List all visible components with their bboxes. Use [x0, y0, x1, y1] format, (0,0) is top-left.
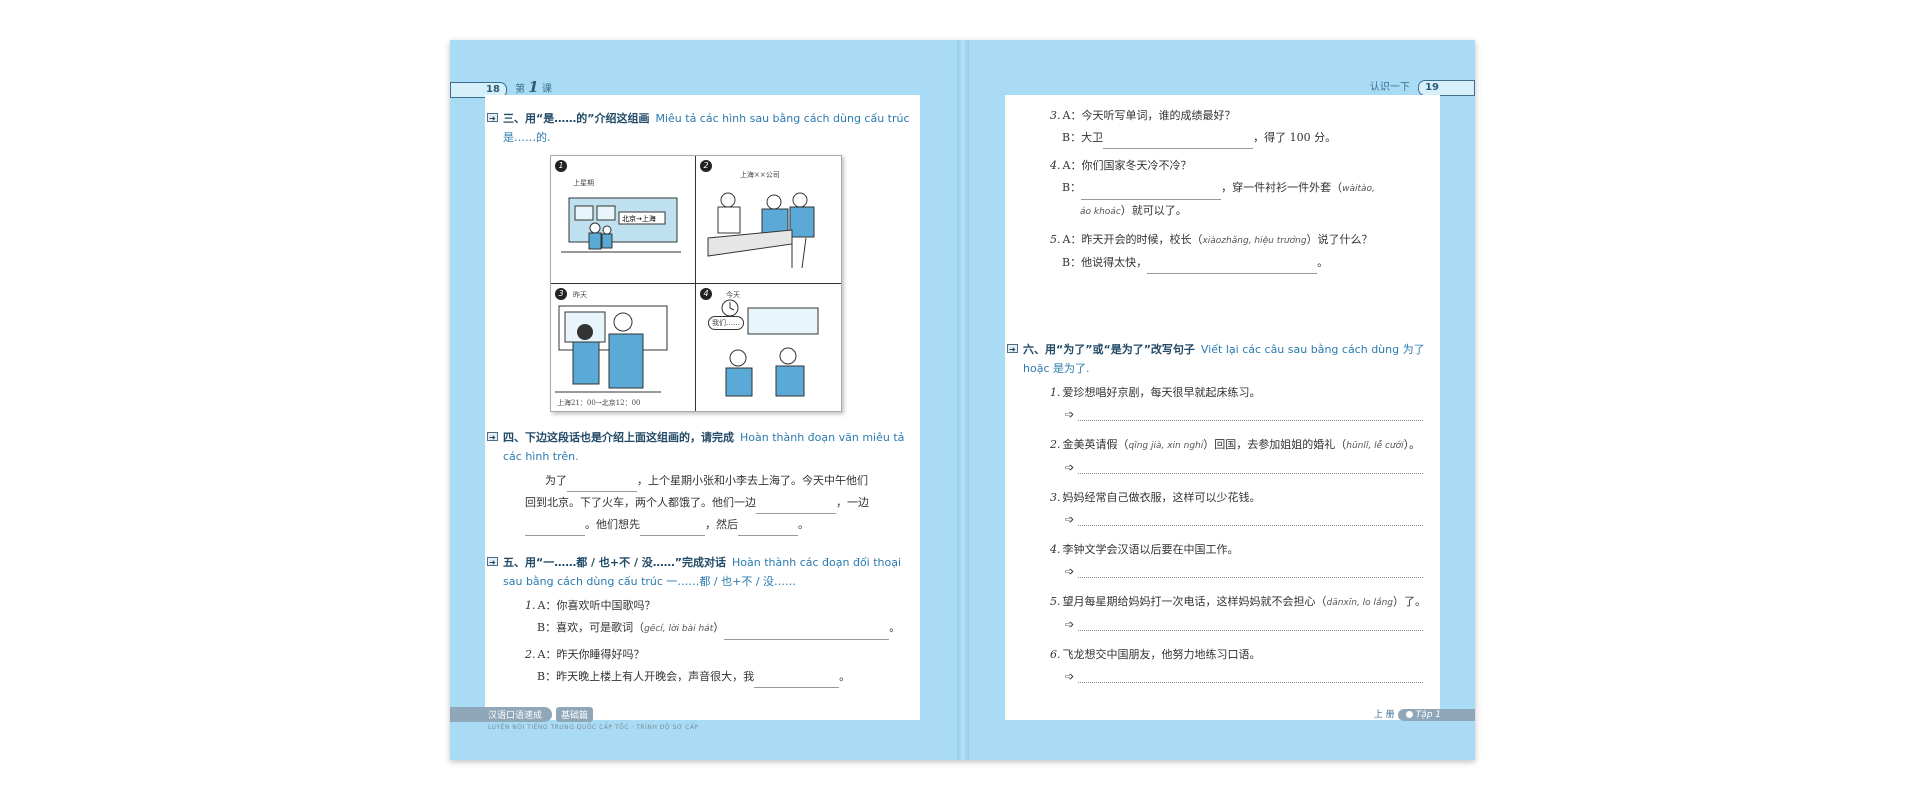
answer-line[interactable]: [1078, 463, 1424, 474]
answer-line[interactable]: [1078, 567, 1424, 578]
s6-answer-6: ➩: [1005, 666, 1440, 688]
arrow-right-icon: ➩: [1065, 513, 1075, 526]
s6-item-1: 1. 爱珍想唱好京剧，每天很早就起床练习。: [1050, 386, 1261, 399]
svg-text:北京→上海: 北京→上海: [622, 214, 656, 223]
section-5: 五、用“一……都 / 也+不 / 没……”完成对话Hoàn thành các …: [485, 553, 920, 688]
exercise-arrow-icon: [487, 109, 498, 128]
left-page: 三、用“是……的”介绍这组画Miêu tả các hình sau bằng …: [485, 95, 920, 720]
picture-panel-2: 2 上海××公司: [696, 156, 840, 283]
section-3: 三、用“是……的”介绍这组画Miêu tả các hình sau bằng …: [485, 109, 920, 147]
blank-field[interactable]: [738, 521, 798, 536]
train-seat-illustration: [555, 305, 668, 393]
exercise-arrow-icon: [1007, 340, 1018, 359]
blank-field[interactable]: [724, 625, 890, 640]
lesson-label: 第 1 课: [515, 78, 552, 96]
volume-label: 上 册: [1373, 710, 1395, 720]
s6-answer-2: ➩: [1005, 457, 1440, 479]
section-5-title: 五、用“一……都 / 也+不 / 没……”完成对话Hoàn thành các …: [485, 553, 920, 591]
arrow-right-icon: ➩: [1065, 618, 1075, 631]
answer-line[interactable]: [1078, 515, 1424, 526]
blank-field[interactable]: [1081, 185, 1222, 200]
right-page-number: 19: [1418, 80, 1475, 96]
blank-field[interactable]: [1147, 259, 1318, 274]
q4-b: B： ，穿一件衬衫一件外套（wàitào,: [1005, 177, 1440, 200]
arrow-right-icon: ➩: [1065, 670, 1075, 683]
lesson-title: 认识一下: [1369, 82, 1410, 93]
section-5-q2-b: B：昨天晚上楼上有人开晚会，声音很大，我。: [485, 666, 920, 688]
s6-answer-5: ➩: [1005, 614, 1440, 636]
section-5-q2-a: 2. A：昨天你睡得好吗？: [525, 648, 645, 661]
blank-field[interactable]: [754, 673, 840, 688]
book-level-label: 基础篇: [556, 707, 594, 722]
picture-sequence: 1 上星期 北京→上海 2 上海××公司 3 昨天 上海21：00→北京12：0…: [550, 155, 842, 412]
q5-a: 5. A：昨天开会的时候，校长（xiàozhǎng, hiệu trưởng）说了…: [1050, 233, 1373, 246]
book-subtitle: LUYỆN NÓI TIẾNG TRUNG QUỐC CẤP TỐC · TRÌ…: [488, 724, 699, 731]
left-page-footer: 汉语口语速成 基础篇 LUYỆN NÓI TIẾNG TRUNG QUỐC CẤP…: [450, 707, 699, 731]
book-gutter: [957, 40, 969, 760]
blank-field[interactable]: [525, 521, 585, 536]
volume-badge: Tập 1: [1397, 709, 1475, 721]
section-3-title: 三、用“是……的”介绍这组画Miêu tả các hình sau bằng …: [485, 109, 920, 147]
section-4-line-1: 为了 ，上个星期小张和小李去上海了。今天中午他们: [485, 470, 920, 492]
office-meeting-illustration: [707, 192, 815, 269]
q5-b: B：他说得太快，。: [1005, 252, 1440, 274]
section-6: 六、用“为了”或“是为了”改写句子Viết lại các câu sau bằ…: [1005, 340, 1440, 688]
right-page-header: 认识一下 19: [1365, 80, 1475, 96]
left-page-header: 18 第 1 课: [450, 78, 557, 98]
q3-b: B：大卫 ，得了 100 分。: [1005, 127, 1440, 149]
blank-field[interactable]: [1103, 134, 1254, 149]
figure-divider-horizontal: [551, 283, 841, 284]
arrow-right-icon: ➩: [1065, 565, 1075, 578]
section-4-line-2: 回到北京。下了火车，两个人都饿了。他们一边 ，一边: [485, 492, 920, 514]
blank-field[interactable]: [567, 477, 637, 492]
section-6-title: 六、用“为了”或“是为了”改写句子Viết lại các câu sau bằ…: [1005, 340, 1440, 378]
dialogue-continued: 3. A：今天听写单词，谁的成绩最好？ B：大卫 ，得了 100 分。 4. A：你们…: [1005, 105, 1440, 274]
right-page: 3. A：今天听写单词，谁的成绩最好？ B：大卫 ，得了 100 分。 4. A：你们…: [1005, 95, 1440, 720]
picture-panel-4: 4 今天 我们…… ……: [696, 284, 840, 411]
section-4-line-3: 。他们想先 ，然后。: [485, 514, 920, 536]
q3-a: 3. A：今天听写单词，谁的成绩最好？: [1050, 109, 1236, 122]
picture-panel-1: 1 上星期 北京→上海: [551, 156, 695, 283]
s6-item-6: 6. 飞龙想交中国朋友，他努力地练习口语。: [1050, 648, 1261, 661]
train-station-illustration: 北京→上海: [561, 197, 681, 253]
blank-field[interactable]: [756, 499, 836, 514]
right-page-footer: 上 册 Tập 1: [1374, 707, 1475, 721]
picture-panel-3: 3 昨天 上海21：00→北京12：00: [551, 284, 695, 411]
blank-field[interactable]: [640, 521, 705, 536]
arrow-right-icon: ➩: [1065, 408, 1075, 421]
s6-item-4: 4. 李钟文学会汉语以后要在中国工作。: [1050, 543, 1239, 556]
s6-answer-1: ➩: [1005, 404, 1440, 426]
answer-line[interactable]: [1078, 410, 1424, 421]
q4-a: 4. A：你们国家冬天冷不冷？: [1050, 159, 1192, 172]
s6-answer-3: ➩: [1005, 509, 1440, 531]
book-series-label: 汉语口语速成: [450, 707, 553, 722]
answer-line[interactable]: [1078, 620, 1424, 631]
section-5-q1-a: 1. A：你喜欢听中国歌吗？: [525, 599, 656, 612]
restaurant-illustration: [721, 299, 819, 397]
q4-b-cont: áo khoác）就可以了。: [1080, 204, 1187, 217]
answer-line[interactable]: [1078, 672, 1424, 683]
s6-item-2: 2. 金美英请假（qǐng jià, xin nghỉ）回国，去参加姐姐的婚礼（h…: [1050, 438, 1421, 451]
section-4-title: 四、下边这段话也是介绍上面这组画的，请完成Hoàn thành đoạn văn…: [485, 428, 920, 466]
section-4: 四、下边这段话也是介绍上面这组画的，请完成Hoàn thành đoạn văn…: [485, 428, 920, 536]
s6-item-5: 5. 望月每星期给妈妈打一次电话，这样妈妈就不会担心（dānxīn, lo lắn…: [1050, 595, 1426, 608]
s6-item-3: 3. 妈妈经常自己做衣服，这样可以少花钱。: [1050, 491, 1261, 504]
open-book: 18 第 1 课 认识一下 19 三、用“是……的”介绍这组画Miêu tả c…: [450, 40, 1475, 760]
exercise-arrow-icon: [487, 428, 498, 447]
arrow-right-icon: ➩: [1065, 461, 1075, 474]
exercise-arrow-icon: [487, 553, 498, 572]
section-5-q1-b: B：喜欢，可是歌词（gēcí, lời bài hát）。: [485, 617, 920, 640]
s6-answer-4: ➩: [1005, 561, 1440, 583]
dot-icon: [1405, 711, 1413, 718]
